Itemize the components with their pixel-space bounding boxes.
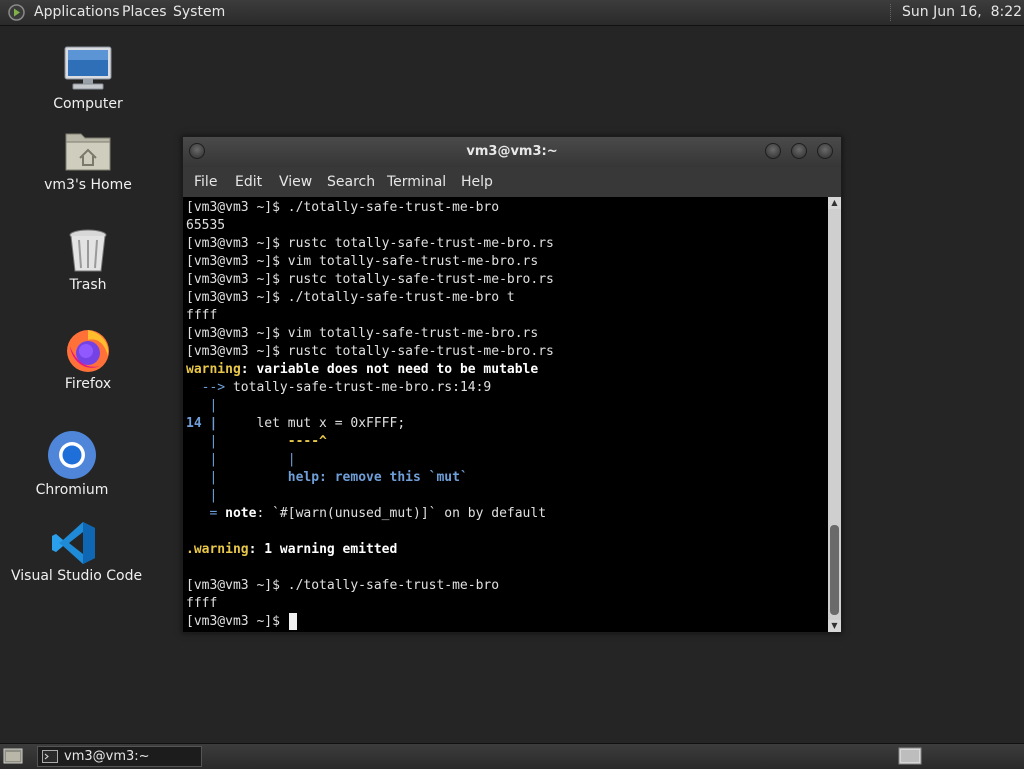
- window-title: vm3@vm3:~: [466, 144, 558, 159]
- scroll-up-arrow-icon[interactable]: ▲: [828, 197, 841, 209]
- terminal-line: [vm3@vm3 ~]$ ./totally-safe-trust-me-bro…: [186, 290, 515, 305]
- terminal-line: ffff: [186, 596, 218, 611]
- terminal-line: [vm3@vm3 ~]$ vim totally-safe-trust-me-b…: [186, 254, 539, 269]
- help-message: help: remove this `mut`: [217, 470, 468, 485]
- note-message: : `#[warn(unused_mut)]` on by default: [256, 506, 547, 521]
- arrow-marker: -->: [186, 380, 226, 395]
- system-menu[interactable]: System: [173, 0, 225, 25]
- workspace-switcher-icon[interactable]: [898, 747, 922, 765]
- scrollbar-thumb[interactable]: [830, 525, 839, 615]
- terminal-line-warning: warning: variable does not need to be mu…: [186, 361, 538, 379]
- terminal-window[interactable]: vm3@vm3:~ File Edit View Search Terminal…: [182, 136, 842, 633]
- firefox-icon: [67, 330, 109, 372]
- desktop-icon-computer[interactable]: Computer: [53, 45, 123, 115]
- taskbar-button-label: vm3@vm3:~: [64, 749, 150, 764]
- close-button[interactable]: [817, 143, 833, 159]
- terminal-line: | ----^: [186, 433, 327, 451]
- desktop-icon-vscode[interactable]: Visual Studio Code: [11, 520, 142, 590]
- maximize-button[interactable]: [791, 143, 807, 159]
- taskbar-button-terminal[interactable]: vm3@vm3:~: [37, 746, 202, 767]
- menu-view[interactable]: View: [279, 174, 312, 190]
- source-location: totally-safe-trust-me-bro.rs:14:9: [225, 380, 492, 395]
- vscode-icon: [52, 522, 95, 564]
- desktop-icon-chromium[interactable]: Chromium: [36, 430, 108, 500]
- home-folder-icon: [65, 133, 111, 171]
- terminal-line: [vm3@vm3 ~]$ rustc totally-safe-trust-me…: [186, 236, 554, 251]
- warning-summary: : 1 warning emitted: [248, 542, 398, 557]
- terminal-line: 14 | let mut x = 0xFFFF;: [186, 415, 405, 433]
- top-panel: Applications Places System Sun Jun 16, 8…: [0, 0, 1024, 26]
- terminal-line-warning-summary: .warning: 1 warning emitted: [186, 541, 397, 559]
- bottom-panel: vm3@vm3:~: [0, 743, 1024, 769]
- menu-edit[interactable]: Edit: [235, 174, 262, 190]
- terminal-line: --> totally-safe-trust-me-bro.rs:14:9: [186, 379, 492, 397]
- panel-separator: [890, 4, 893, 21]
- desktop-icon-label: Firefox: [64, 376, 112, 392]
- source-code: let mut x = 0xFFFF;: [217, 416, 406, 431]
- computer-icon: [64, 46, 112, 90]
- terminal-line: |: [186, 398, 218, 413]
- warning-keyword: .warning: [186, 542, 249, 557]
- terminal-line: 65535: [186, 218, 226, 233]
- terminal-line: [vm3@vm3 ~]$ ./totally-safe-trust-me-bro: [186, 578, 500, 593]
- desktop-icon-trash[interactable]: Trash: [66, 228, 110, 298]
- line-number: 14 |: [186, 416, 218, 431]
- show-desktop-icon[interactable]: [3, 748, 23, 764]
- warning-message: : variable does not need to be mutable: [240, 362, 539, 377]
- desktop-icon-label: Computer: [53, 96, 123, 112]
- applications-menu[interactable]: Applications: [34, 0, 120, 25]
- menu-search[interactable]: Search: [327, 174, 375, 190]
- terminal-line: [vm3@vm3 ~]$ rustc totally-safe-trust-me…: [186, 344, 554, 359]
- terminal-line: [vm3@vm3 ~]$ vim totally-safe-trust-me-b…: [186, 326, 539, 341]
- applications-icon[interactable]: [8, 4, 25, 21]
- terminal-line: [vm3@vm3 ~]$ ./totally-safe-trust-me-bro: [186, 200, 500, 215]
- terminal-output[interactable]: [vm3@vm3 ~]$ ./totally-safe-trust-me-bro…: [183, 197, 828, 632]
- minimize-button[interactable]: [765, 143, 781, 159]
- trash-icon: [69, 229, 107, 272]
- warning-keyword: warning: [186, 362, 241, 377]
- gutter: =: [186, 506, 218, 521]
- underline-marker: ----^: [217, 434, 327, 449]
- terminal-line: = note: `#[warn(unused_mut)]` on by defa…: [186, 505, 546, 523]
- terminal-line: ffff: [186, 308, 218, 323]
- terminal-line: | |: [186, 452, 296, 467]
- clock[interactable]: Sun Jun 16, 8:22 PM: [902, 0, 1024, 25]
- gutter: |: [186, 434, 218, 449]
- desktop-icon-label: Visual Studio Code: [11, 568, 143, 584]
- terminal-line: [vm3@vm3 ~]$ rustc totally-safe-trust-me…: [186, 272, 554, 287]
- terminal-line: | help: remove this `mut`: [186, 469, 468, 487]
- desktop-icon-firefox[interactable]: Firefox: [64, 326, 112, 396]
- terminal-cursor: [289, 613, 297, 630]
- gutter: |: [186, 470, 218, 485]
- scrollbar[interactable]: ▲ ▼: [828, 197, 841, 632]
- menu-file[interactable]: File: [194, 174, 217, 190]
- terminal-prompt: [vm3@vm3 ~]$: [186, 614, 288, 629]
- terminal-line: |: [186, 488, 218, 503]
- places-menu[interactable]: Places: [122, 0, 167, 25]
- title-bar[interactable]: vm3@vm3:~: [183, 137, 841, 167]
- desktop-icon-label: Trash: [69, 277, 107, 293]
- menu-help[interactable]: Help: [461, 174, 493, 190]
- desktop-icon-label: Chromium: [35, 482, 109, 498]
- menu-terminal[interactable]: Terminal: [387, 174, 446, 190]
- desktop-icon-label: vm3's Home: [44, 177, 132, 193]
- desktop-icon-home[interactable]: vm3's Home: [44, 128, 132, 198]
- menu-bar: File Edit View Search Terminal Help: [183, 167, 841, 197]
- scroll-down-arrow-icon[interactable]: ▼: [828, 620, 841, 632]
- terminal-icon: [42, 750, 58, 763]
- note-keyword: note: [217, 506, 257, 521]
- chromium-icon: [48, 431, 96, 479]
